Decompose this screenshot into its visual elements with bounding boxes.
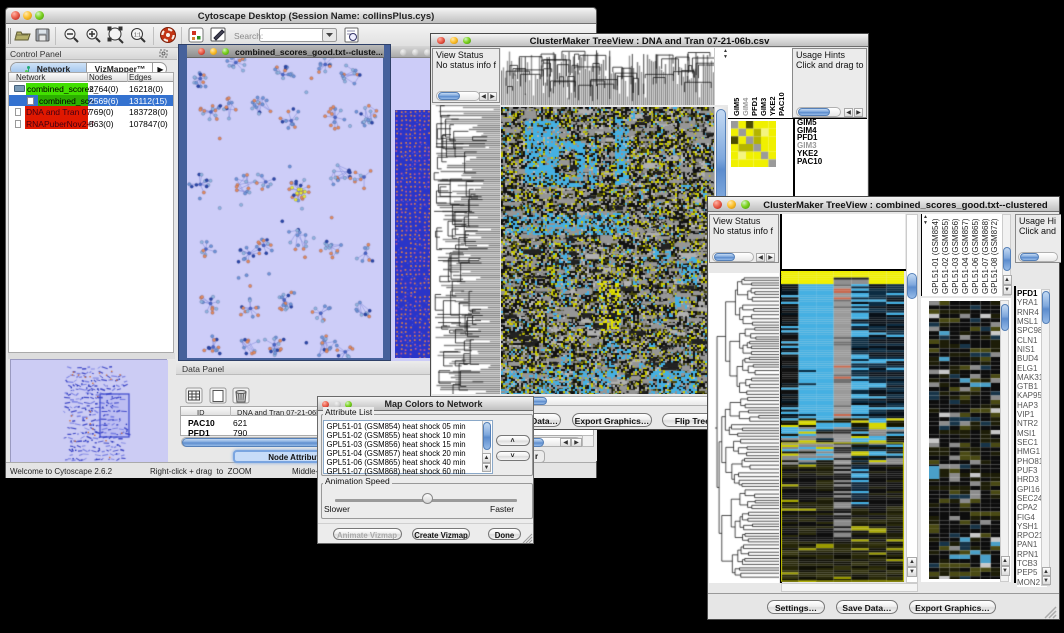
svg-text:1:1: 1:1	[134, 33, 141, 39]
